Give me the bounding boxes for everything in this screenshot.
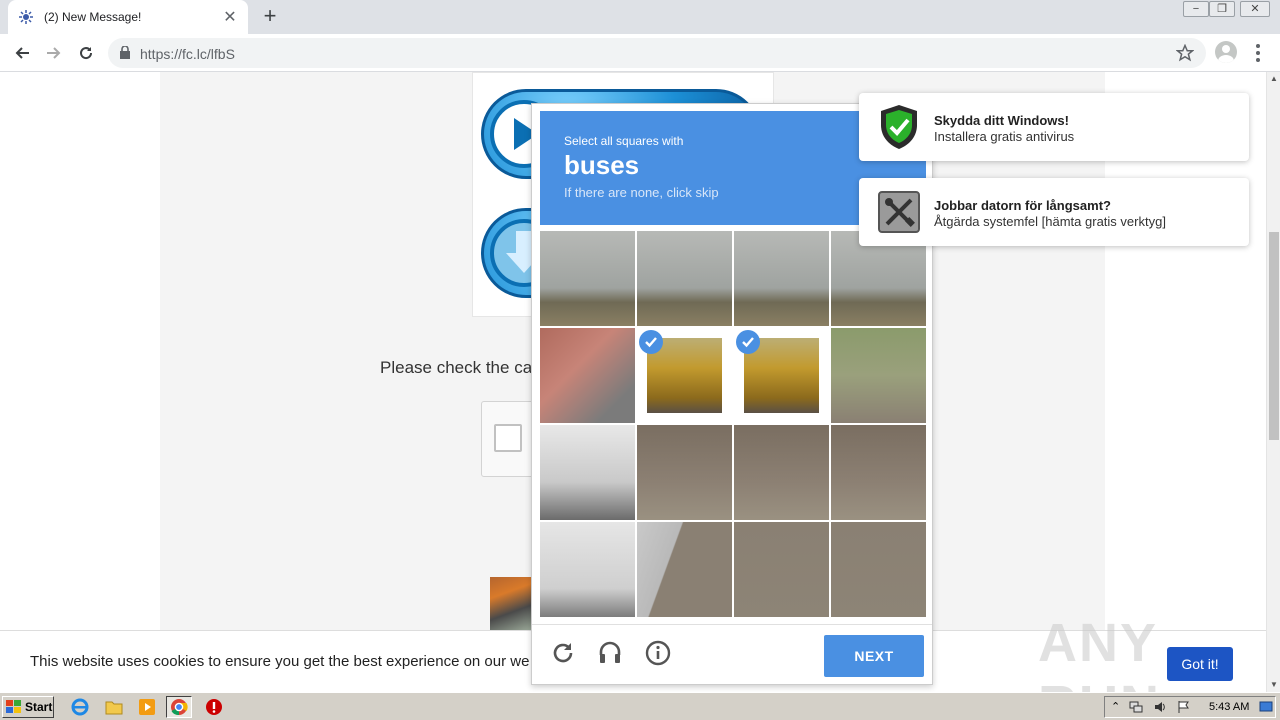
bookmark-star-icon[interactable] <box>1175 43 1195 67</box>
browser-menu-icon[interactable] <box>1250 41 1266 65</box>
explorer-folder-icon[interactable] <box>104 697 124 717</box>
check-caption: Please check the ca <box>380 358 533 377</box>
captcha-skip-hint: If there are none, click skip <box>564 185 719 200</box>
captcha-tile[interactable] <box>637 328 732 423</box>
captcha-tile[interactable] <box>831 522 926 617</box>
captcha-tile[interactable] <box>540 425 635 520</box>
notification-slow-pc[interactable]: Jobbar datorn för långsamt? Åtgärda syst… <box>859 178 1249 246</box>
notification-antivirus[interactable]: Skydda ditt Windows! Installera gratis a… <box>859 93 1249 161</box>
system-tray: ⌃ 5:43 AM <box>1104 696 1276 718</box>
browser-tab[interactable]: (2) New Message! ✕ <box>8 0 248 34</box>
captcha-tile[interactable] <box>637 425 732 520</box>
notification-title: Skydda ditt Windows! <box>934 113 1069 128</box>
audio-icon[interactable] <box>596 639 624 667</box>
captcha-tile[interactable] <box>734 522 829 617</box>
captcha-tile[interactable] <box>637 231 732 326</box>
anyrun-watermark: ANY RUN <box>1038 613 1159 692</box>
cookie-text: This website uses cookies to ensure you … <box>30 653 530 670</box>
tab-title: (2) New Message! <box>44 10 142 24</box>
next-button[interactable]: NEXT <box>824 635 924 677</box>
browser-toolbar: https://fc.lc/lfbS <box>0 34 1280 72</box>
lock-icon <box>120 45 130 64</box>
taskbar: Start ⌃ 5:43 AM <box>0 692 1280 720</box>
address-bar[interactable]: https://fc.lc/lfbS <box>108 38 1206 68</box>
captcha-tile[interactable] <box>540 328 635 423</box>
back-icon[interactable] <box>10 41 34 65</box>
captcha-tile[interactable] <box>831 328 926 423</box>
captcha-tile[interactable] <box>734 231 829 326</box>
reload-icon[interactable] <box>549 639 577 667</box>
media-player-icon[interactable] <box>137 697 157 717</box>
checkmark-icon <box>639 330 663 354</box>
notification-title: Jobbar datorn för långsamt? <box>934 198 1111 213</box>
opera-stop-icon[interactable] <box>204 697 224 717</box>
tab-bar: (2) New Message! ✕ + − ❐ ✕ <box>0 0 1280 34</box>
url-text: https://fc.lc/lfbS <box>140 46 235 62</box>
thumbnail-image <box>490 577 534 633</box>
forward-icon[interactable] <box>42 41 66 65</box>
notification-body: Installera gratis antivirus <box>934 129 1075 144</box>
captcha-target: buses <box>564 150 640 180</box>
favicon-icon <box>18 9 34 25</box>
reload-page-icon[interactable] <box>74 41 98 65</box>
tools-icon <box>877 188 921 236</box>
minimize-button[interactable]: − <box>1183 1 1209 17</box>
scrollbar[interactable]: ▲ ▼ <box>1266 72 1280 692</box>
tray-expand-icon[interactable]: ⌃ <box>1111 700 1120 713</box>
checkmark-icon <box>736 330 760 354</box>
show-desktop-icon[interactable] <box>1259 700 1273 719</box>
captcha-tile[interactable] <box>831 425 926 520</box>
close-window-button[interactable]: ✕ <box>1240 1 1270 17</box>
chrome-taskbar-icon[interactable] <box>166 696 192 718</box>
windows-logo-icon <box>6 700 21 713</box>
captcha-tile[interactable] <box>540 522 635 617</box>
verify-checkbox[interactable] <box>494 424 522 452</box>
clock: 5:43 AM <box>1209 701 1250 713</box>
notification-body: Åtgärda systemfel [hämta gratis verktyg] <box>934 214 1166 229</box>
captcha-grid <box>540 231 926 617</box>
captcha-tile[interactable] <box>734 425 829 520</box>
scroll-up-icon[interactable]: ▲ <box>1267 72 1280 86</box>
captcha-instruction: Select all squares with <box>564 134 684 148</box>
captcha-footer: NEXT <box>532 624 932 684</box>
captcha-tile[interactable] <box>637 522 732 617</box>
ie-icon[interactable] <box>70 697 90 717</box>
captcha-tile[interactable] <box>734 328 829 423</box>
shield-check-icon <box>877 103 921 151</box>
tab-close-icon[interactable]: ✕ <box>222 7 238 27</box>
start-button[interactable]: Start <box>2 696 54 718</box>
scroll-thumb[interactable] <box>1269 232 1279 440</box>
action-center-flag-icon[interactable] <box>1177 700 1191 719</box>
captcha-tile[interactable] <box>540 231 635 326</box>
scroll-down-icon[interactable]: ▼ <box>1267 678 1280 692</box>
profile-avatar-icon[interactable] <box>1215 41 1237 63</box>
new-tab-button[interactable]: + <box>259 5 281 27</box>
info-icon[interactable] <box>644 639 672 667</box>
restore-button[interactable]: ❐ <box>1209 1 1235 17</box>
network-icon[interactable] <box>1129 700 1143 719</box>
volume-icon[interactable] <box>1153 700 1167 719</box>
start-label: Start <box>25 700 53 714</box>
